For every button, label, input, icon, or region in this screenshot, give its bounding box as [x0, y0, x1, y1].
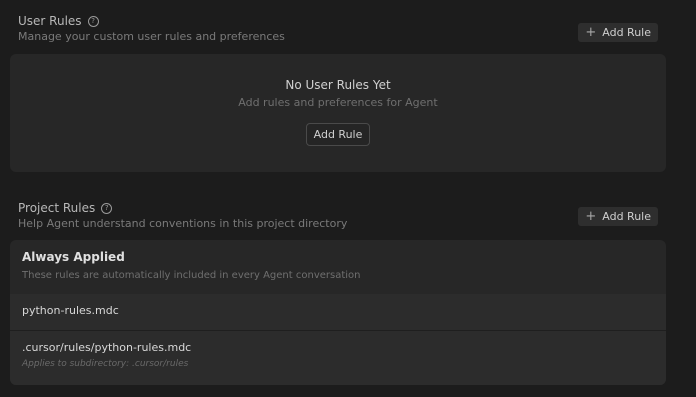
plus-icon: +: [585, 209, 597, 224]
project-rules-subtitle: Help Agent understand conventions in thi…: [18, 217, 348, 230]
add-project-rule-label: Add Rule: [602, 210, 651, 223]
add-project-rule-button[interactable]: + Add Rule: [578, 207, 658, 226]
user-rules-subtitle: Manage your custom user rules and prefer…: [18, 30, 285, 43]
always-applied-subtitle: These rules are automatically included i…: [22, 270, 361, 281]
add-user-rule-button[interactable]: + Add Rule: [578, 23, 658, 42]
always-applied-section: Always Applied These rules are automatic…: [10, 240, 666, 294]
add-user-rule-label: Add Rule: [602, 26, 651, 39]
project-rules-card: Always Applied These rules are automatic…: [10, 240, 666, 385]
project-rules-title: Project Rules: [18, 201, 96, 215]
rule-item[interactable]: .cursor/rules/python-rules.mdc Applies t…: [10, 331, 666, 385]
empty-add-rule-button[interactable]: Add Rule: [305, 123, 371, 146]
rule-item[interactable]: python-rules.mdc: [10, 294, 666, 331]
rule-name: python-rules.mdc: [22, 304, 119, 317]
user-rules-title: User Rules: [18, 14, 82, 28]
empty-state-subtitle: Add rules and preferences for Agent: [238, 96, 438, 109]
help-circle-icon[interactable]: ?: [101, 202, 113, 214]
rule-name: .cursor/rules/python-rules.mdc: [22, 341, 192, 354]
user-rules-header: User Rules ? Manage your custom user rul…: [18, 14, 658, 43]
project-rules-header: Project Rules ? Help Agent understand co…: [18, 201, 658, 230]
help-circle-icon[interactable]: ?: [87, 15, 99, 27]
empty-state-title: No User Rules Yet: [285, 78, 391, 92]
user-rules-empty-card: No User Rules Yet Add rules and preferen…: [10, 54, 666, 172]
always-applied-title: Always Applied: [22, 250, 125, 264]
plus-icon: +: [585, 25, 597, 40]
rule-applies-to: Applies to subdirectory: .cursor/rules: [22, 359, 189, 369]
